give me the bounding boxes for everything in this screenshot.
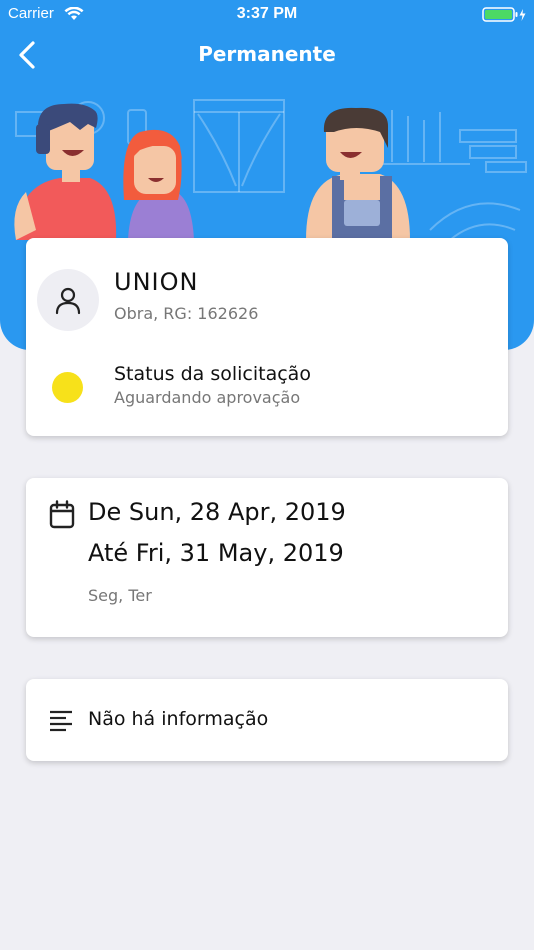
status-indicator (52, 372, 83, 403)
people-illustration (14, 99, 527, 241)
avatar (37, 269, 99, 331)
notes-card: Não há informação (26, 679, 508, 761)
schedule-card: De Sun, 28 Apr, 2019 Até Fri, 31 May, 20… (26, 478, 508, 637)
weekdays: Seg, Ter (88, 586, 152, 605)
start-date: De Sun, 28 Apr, 2019 (88, 498, 346, 526)
page-title: Permanente (198, 42, 336, 66)
requester-subtitle: Obra, RG: 162626 (114, 304, 259, 323)
status-bar: Carrier 3:37 PM (0, 0, 534, 30)
requester-name: UNION (114, 268, 199, 296)
status-label: Status da solicitação (114, 363, 311, 385)
person-icon (55, 287, 81, 315)
clock: 3:37 PM (236, 5, 298, 22)
end-date: Até Fri, 31 May, 2019 (88, 539, 344, 567)
text-lines-icon (50, 710, 72, 732)
notes-text: Não há informação (88, 708, 269, 730)
request-card: UNION Obra, RG: 162626 Status da solicit… (26, 238, 508, 436)
battery-icon (482, 7, 528, 27)
calendar-icon (49, 500, 75, 529)
status-value: Aguardando aprovação (114, 388, 301, 407)
